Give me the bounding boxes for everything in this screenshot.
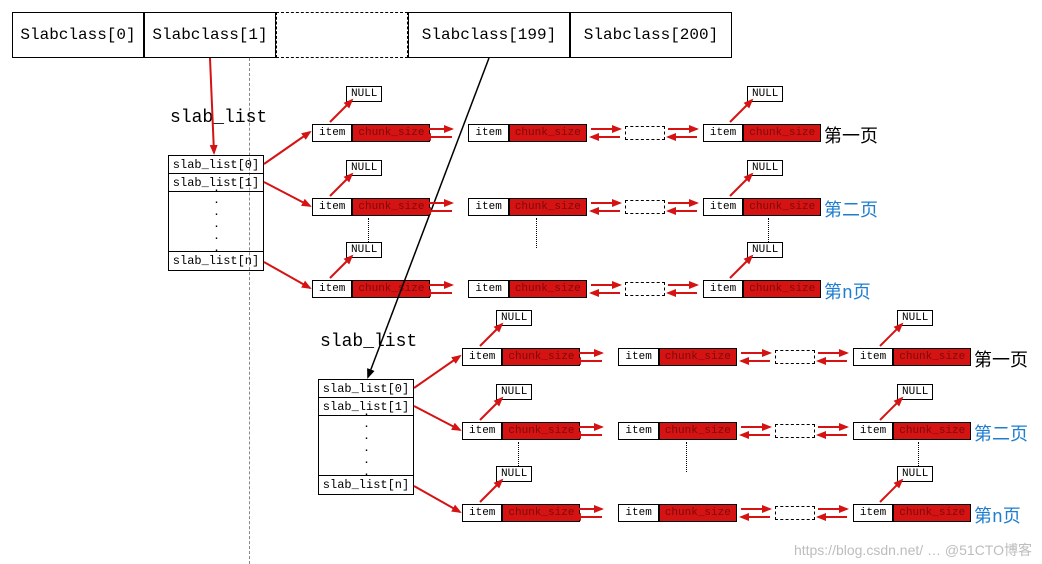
vert-dots — [536, 218, 537, 248]
dots-box — [775, 424, 815, 438]
chain-row: item chunk_size item chunk_size item chu… — [312, 196, 821, 218]
slab-list-label: slab_list — [170, 108, 267, 128]
null-box: NULL — [897, 384, 933, 400]
chunk-box: chunk_size — [352, 124, 430, 142]
item-box: item — [703, 198, 743, 216]
chunk-box: chunk_size — [893, 348, 971, 366]
null-box: NULL — [346, 160, 382, 176]
chunk-box: chunk_size — [509, 198, 587, 216]
dots-box — [775, 350, 815, 364]
page-label: 第一页 — [824, 122, 878, 148]
null-box: NULL — [496, 310, 532, 326]
chunk-box: chunk_size — [659, 504, 737, 522]
page-label: 第n页 — [824, 278, 871, 304]
dots-box — [625, 126, 665, 140]
chunk-box: chunk_size — [743, 280, 821, 298]
page-label: 第二页 — [824, 196, 878, 222]
null-box: NULL — [496, 466, 532, 482]
item-box: item — [462, 348, 502, 366]
vertical-guide — [249, 58, 250, 564]
item-box: item — [703, 124, 743, 142]
chunk-box: chunk_size — [352, 198, 430, 216]
item-box: item — [468, 124, 508, 142]
slab-list-row-dots: ······ — [169, 192, 263, 252]
item-box: item — [853, 348, 893, 366]
item-box: item — [853, 422, 893, 440]
null-box: NULL — [747, 242, 783, 258]
chain-row: item chunk_size item chunk_size item chu… — [462, 420, 971, 442]
page-label: 第n页 — [974, 502, 1021, 528]
slab-list-row-dots: ······ — [319, 416, 413, 476]
null-box: NULL — [346, 86, 382, 102]
chunk-box: chunk_size — [659, 348, 737, 366]
slabclass-cell: Slabclass[199] — [408, 12, 570, 58]
item-box: item — [703, 280, 743, 298]
dots-box — [625, 282, 665, 296]
chunk-box: chunk_size — [893, 504, 971, 522]
dots-box — [775, 506, 815, 520]
item-box: item — [853, 504, 893, 522]
null-box: NULL — [747, 86, 783, 102]
null-box: NULL — [496, 384, 532, 400]
slab-list-row: slab_list[0] — [319, 380, 413, 398]
item-box: item — [468, 280, 508, 298]
item-box: item — [468, 198, 508, 216]
item-box: item — [618, 422, 658, 440]
slab-list-table: slab_list[0] slab_list[1] ······ slab_li… — [168, 155, 264, 271]
chunk-box: chunk_size — [509, 124, 587, 142]
item-box: item — [312, 280, 352, 298]
slab-list-table: slab_list[0] slab_list[1] ······ slab_li… — [318, 379, 414, 495]
item-box: item — [312, 124, 352, 142]
chunk-box: chunk_size — [743, 124, 821, 142]
slabclass-cell-dashed — [276, 12, 408, 58]
page-label: 第二页 — [974, 420, 1028, 446]
slab-list-row: slab_list[0] — [169, 156, 263, 174]
chain-row: item chunk_size item chunk_size item chu… — [462, 502, 971, 524]
item-box: item — [618, 348, 658, 366]
null-box: NULL — [897, 310, 933, 326]
chunk-box: chunk_size — [743, 198, 821, 216]
chunk-box: chunk_size — [509, 280, 587, 298]
page-label: 第一页 — [974, 346, 1028, 372]
dots-box — [625, 200, 665, 214]
item-box: item — [462, 422, 502, 440]
chunk-box: chunk_size — [502, 348, 580, 366]
slab-list-row: slab_list[n] — [319, 476, 413, 494]
item-box: item — [312, 198, 352, 216]
chunk-box: chunk_size — [352, 280, 430, 298]
chain-row: item chunk_size item chunk_size item chu… — [462, 346, 971, 368]
item-box: item — [618, 504, 658, 522]
null-box: NULL — [897, 466, 933, 482]
vert-dots — [686, 442, 687, 472]
null-box: NULL — [346, 242, 382, 258]
chain-row: item chunk_size item chunk_size item chu… — [312, 122, 821, 144]
chunk-box: chunk_size — [659, 422, 737, 440]
slabclass-cell: Slabclass[200] — [570, 12, 732, 58]
watermark: https://blog.csdn.net/ … @51CTO博客 — [794, 540, 1032, 560]
item-box: item — [462, 504, 502, 522]
null-box: NULL — [747, 160, 783, 176]
chunk-box: chunk_size — [502, 504, 580, 522]
slabclass-cell: Slabclass[1] — [144, 12, 276, 58]
chunk-box: chunk_size — [502, 422, 580, 440]
chunk-box: chunk_size — [893, 422, 971, 440]
slab-list-row: slab_list[n] — [169, 252, 263, 270]
chain-row: item chunk_size item chunk_size item chu… — [312, 278, 821, 300]
slabclass-cell: Slabclass[0] — [12, 12, 144, 58]
slab-list-label: slab_list — [320, 332, 417, 352]
